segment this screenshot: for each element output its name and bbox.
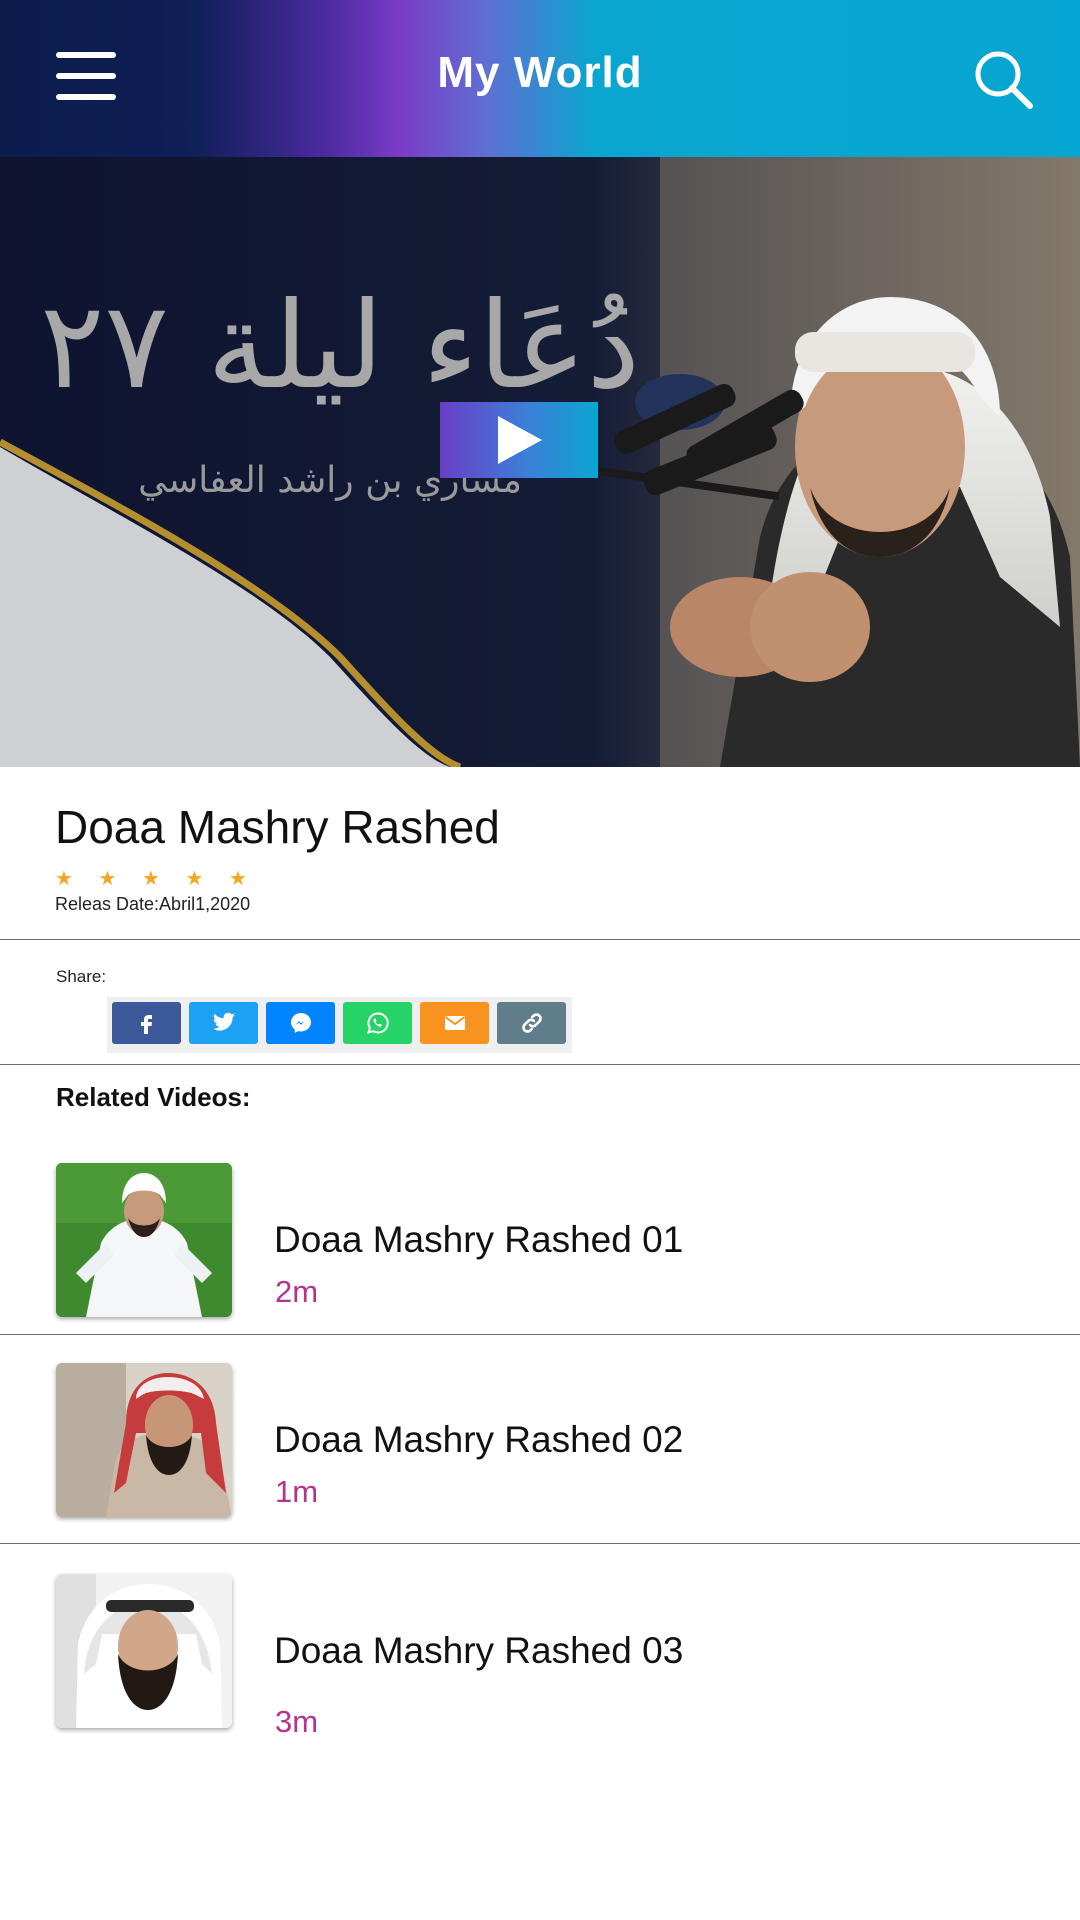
whatsapp-icon	[366, 1012, 389, 1034]
whatsapp-share-button[interactable]	[343, 1002, 412, 1044]
search-button[interactable]	[972, 48, 1036, 112]
related-video-duration: 1m	[275, 1474, 319, 1509]
video-title: Doaa Mashry Rashed	[55, 801, 500, 853]
divider	[0, 1334, 1080, 1335]
link-share-button[interactable]	[497, 1002, 566, 1044]
divider	[0, 1064, 1080, 1065]
release-date: Releas Date:Abril1,2020	[55, 894, 251, 914]
share-label: Share:	[56, 967, 107, 986]
divider	[0, 1543, 1080, 1544]
divider	[0, 939, 1080, 940]
play-button[interactable]	[440, 402, 598, 478]
facebook-share-button[interactable]	[112, 1002, 181, 1044]
messenger-icon	[290, 1013, 311, 1033]
related-video-title: Doaa Mashry Rashed 01	[274, 1219, 684, 1260]
email-icon	[444, 1016, 465, 1030]
video-player[interactable]: دُعَاء ليلة ٢٧ مشاري بن راشد العفاسي	[0, 157, 1080, 767]
related-video-title: Doaa Mashry Rashed 03	[274, 1630, 684, 1671]
facebook-icon	[140, 1015, 152, 1034]
messenger-share-button[interactable]	[266, 1002, 335, 1044]
link-icon	[521, 1013, 542, 1033]
related-videos-heading: Related Videos:	[56, 1082, 251, 1112]
related-video-item[interactable]: Doaa Mashry Rashed 02 1m	[0, 1363, 1080, 1543]
twitter-share-button[interactable]	[189, 1002, 258, 1044]
app-header: My World	[0, 0, 1080, 157]
related-video-item[interactable]: Doaa Mashry Rashed 03 3m	[0, 1574, 1080, 1774]
related-video-duration: 2m	[275, 1274, 319, 1309]
twitter-icon	[212, 1012, 235, 1031]
video-thumbnail	[56, 1363, 232, 1517]
video-thumbnail	[56, 1163, 232, 1317]
share-bar	[107, 997, 572, 1053]
app-title: My World	[437, 48, 643, 97]
video-thumbnail	[56, 1574, 232, 1728]
email-share-button[interactable]	[420, 1002, 489, 1044]
related-video-title: Doaa Mashry Rashed 02	[274, 1419, 684, 1460]
related-video-duration: 3m	[275, 1704, 319, 1739]
play-icon	[498, 416, 542, 464]
related-video-item[interactable]: Doaa Mashry Rashed 01 2m	[0, 1163, 1080, 1335]
rating-stars: ★ ★ ★ ★ ★	[55, 868, 257, 890]
arabic-title: دُعَاء ليلة ٢٧	[40, 277, 640, 416]
search-icon	[975, 51, 1033, 109]
